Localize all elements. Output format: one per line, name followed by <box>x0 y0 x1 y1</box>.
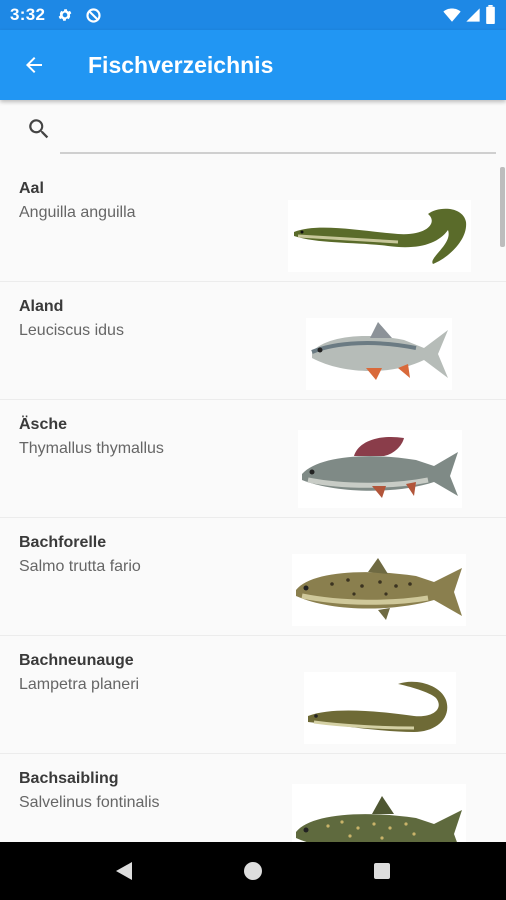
scrollbar[interactable] <box>500 167 505 247</box>
fish-latin-name: Leuciscus idus <box>19 322 124 339</box>
nav-back-button[interactable] <box>104 851 144 891</box>
search-icon[interactable] <box>26 116 52 147</box>
fish-image-brown-trout <box>292 554 466 626</box>
search-input[interactable] <box>60 114 496 154</box>
back-button[interactable] <box>16 47 52 83</box>
app-bar: Fischverzeichnis <box>0 30 506 100</box>
home-circle-icon <box>243 862 262 880</box>
fish-latin-name: Salmo trutta fario <box>19 558 141 575</box>
nav-recents-button[interactable] <box>362 851 402 891</box>
fish-name: Äsche <box>19 416 68 433</box>
fish-latin-name: Salvelinus fontinalis <box>19 794 160 811</box>
wifi-icon <box>443 6 461 29</box>
fish-name: Bachneunauge <box>19 652 134 669</box>
status-bar: 3:32 <box>0 0 506 30</box>
fish-name: Aland <box>19 298 64 315</box>
navigation-bar <box>0 842 506 900</box>
fish-name: Aal <box>19 180 44 197</box>
status-time: 3:32 <box>10 5 46 24</box>
list-item[interactable]: Bachneunauge Lampetra planeri <box>0 636 506 754</box>
page-title: Fischverzeichnis <box>88 51 274 78</box>
fish-latin-name: Lampetra planeri <box>19 676 140 693</box>
fish-image-grayling <box>298 430 462 508</box>
fish-latin-name: Thymallus thymallus <box>19 440 164 457</box>
list-item[interactable]: Aland Leuciscus idus <box>0 282 506 400</box>
cell-signal-icon <box>465 6 481 29</box>
data-saver-icon <box>85 7 102 24</box>
search-bar <box>0 100 506 162</box>
fish-list: Aal Anguilla anguilla Aland Leuciscus id… <box>0 164 506 842</box>
fish-image-eel <box>288 200 471 272</box>
recents-square-icon <box>373 863 390 879</box>
list-item[interactable]: Aal Anguilla anguilla <box>0 164 506 282</box>
nav-home-button[interactable] <box>233 851 273 891</box>
battery-icon <box>485 5 496 29</box>
fish-latin-name: Anguilla anguilla <box>19 204 136 221</box>
back-triangle-icon <box>116 862 133 880</box>
fish-name: Bachsaibling <box>19 770 119 787</box>
list-item[interactable]: Äsche Thymallus thymallus <box>0 400 506 518</box>
fish-image-brook-lamprey <box>304 672 456 744</box>
fish-image-ide <box>306 318 452 390</box>
fish-image-brook-trout <box>292 784 466 842</box>
list-item[interactable]: Bachsaibling Salvelinus fontinalis <box>0 754 506 842</box>
fish-name: Bachforelle <box>19 534 107 551</box>
arrow-back-icon <box>26 57 42 73</box>
settings-icon <box>57 7 73 23</box>
list-item[interactable]: Bachforelle Salmo trutta fario <box>0 518 506 636</box>
